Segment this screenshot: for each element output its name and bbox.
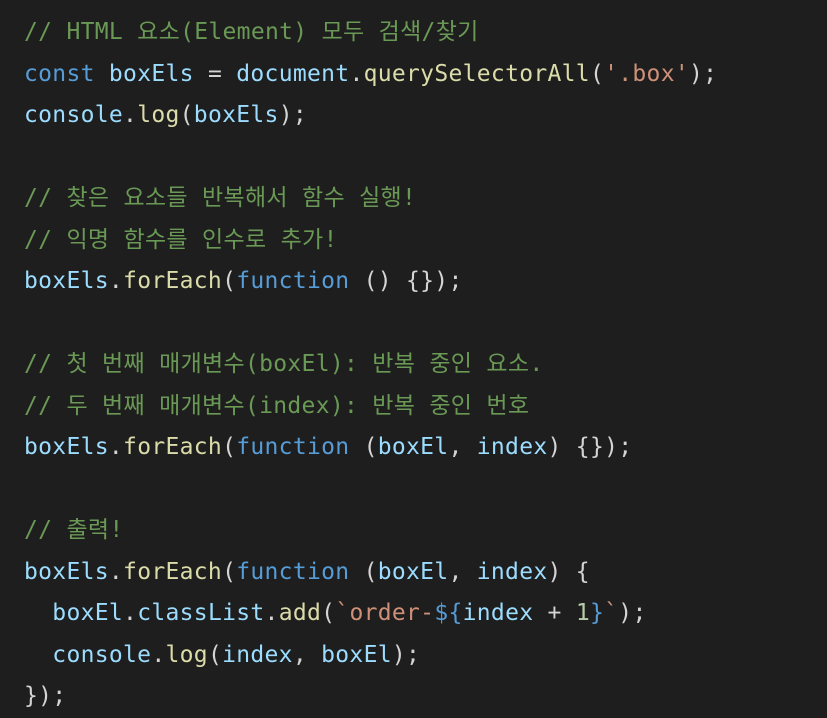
code-token-punct: });: [24, 683, 67, 709]
code-token-comment: // 익명 함수를 인수로 추가!: [24, 226, 338, 253]
code-line[interactable]: // 두 번째 매개변수(index): 반복 중인 번호: [24, 386, 827, 428]
code-line[interactable]: console.log(index, boxEl);: [24, 635, 827, 677]
code-token-number: 1: [575, 600, 590, 626]
code-token-variable: index: [222, 641, 293, 668]
code-token-default: [24, 642, 52, 668]
code-token-default: ,: [448, 434, 477, 460]
code-token-punct: (: [321, 600, 336, 626]
code-token-function: add: [278, 600, 322, 626]
code-line[interactable]: const boxEls = document.querySelectorAll…: [24, 54, 827, 96]
code-token-function: querySelectorAll: [363, 60, 590, 87]
code-token-punct: .: [349, 60, 364, 87]
code-token-punct: );: [689, 60, 718, 87]
code-block[interactable]: // HTML 요소(Element) 모두 검색/찾기 const boxEls…: [24, 12, 827, 718]
code-token-variable: boxEls: [193, 102, 279, 128]
code-token-variable: console: [24, 102, 124, 128]
code-token-punct: (: [589, 60, 605, 87]
code-token-punct: .: [123, 600, 138, 626]
code-line[interactable]: // 익명 함수를 인수로 추가!: [24, 220, 827, 262]
code-token-comment: // 두 번째 매개변수(index): 반복 중인 번호: [24, 392, 530, 419]
code-token-punct: .: [264, 600, 279, 626]
code-token-punct: (: [222, 434, 237, 460]
code-token-default: [24, 600, 52, 626]
code-token-punct: (: [222, 558, 237, 585]
code-line[interactable]: [24, 137, 827, 179]
code-token-variable: boxEls: [24, 268, 109, 294]
code-token-comment: // HTML 요소(Element) 모두 검색/찾기: [24, 19, 479, 45]
code-token-keyword: function: [236, 268, 350, 294]
code-token-default: ,: [292, 641, 322, 668]
code-token-punct: );: [391, 641, 421, 668]
code-token-punct: .: [108, 558, 124, 585]
code-token-variable: console: [52, 641, 152, 668]
code-token-default: ) {: [547, 558, 590, 585]
code-token-function: forEach: [123, 434, 223, 460]
code-token-comment: // 찾은 요소들 반복해서 함수 실행!: [24, 185, 417, 211]
code-token-variable: boxEl: [52, 600, 124, 626]
code-token-punct: (: [222, 268, 237, 294]
code-token-function: log: [165, 641, 208, 668]
code-token-comment: // 첫 번째 매개변수(boxEl): 반복 중인 요소.: [24, 351, 544, 377]
code-token-comment: // 출력!: [24, 517, 124, 543]
code-token-keyword: }: [589, 600, 605, 626]
code-token-variable: boxEls: [24, 434, 109, 460]
code-line[interactable]: boxEls.forEach(function () {});: [24, 261, 827, 303]
code-token-punct: .: [108, 434, 124, 460]
code-token-punct: );: [618, 600, 647, 626]
code-token-variable: boxEl: [377, 558, 449, 585]
code-line[interactable]: boxEls.forEach(function (boxEl, index) {: [24, 552, 827, 594]
code-token-default: (: [349, 434, 378, 460]
code-line[interactable]: // 출력!: [24, 510, 827, 552]
code-line[interactable]: });: [24, 676, 827, 718]
code-token-function: forEach: [123, 268, 223, 294]
code-line[interactable]: boxEls.forEach(function (boxEl, index) {…: [24, 427, 827, 469]
code-token-function: forEach: [123, 558, 223, 585]
code-token-default: ) {});: [547, 434, 633, 460]
code-token-punct: .: [108, 268, 124, 294]
code-token-variable: boxEls: [108, 60, 194, 87]
code-token-punct: );: [278, 102, 307, 128]
code-line[interactable]: // 찾은 요소들 반복해서 함수 실행!: [24, 178, 827, 220]
code-token-punct: .: [123, 102, 138, 128]
code-line[interactable]: [24, 303, 827, 345]
code-token-keyword: function: [236, 434, 350, 460]
code-token-variable: index: [476, 434, 548, 460]
code-token-function: log: [137, 102, 180, 128]
code-token-variable: index: [462, 600, 534, 626]
code-token-default: ,: [448, 558, 477, 585]
code-token-punct: (: [207, 641, 223, 668]
code-token-punct: .: [151, 641, 166, 668]
code-token-keyword: ${: [434, 600, 463, 626]
code-token-variable: index: [476, 558, 548, 585]
code-token-variable: boxEl: [377, 434, 449, 460]
code-editor[interactable]: // HTML 요소(Element) 모두 검색/찾기 const boxEls…: [0, 0, 827, 716]
code-token-default: (: [349, 558, 378, 585]
code-token-default: [95, 61, 109, 87]
code-token-variable: boxEls: [24, 558, 109, 585]
code-token-variable: classList: [137, 600, 265, 626]
code-token-default: =: [193, 60, 237, 87]
code-line[interactable]: console.log(boxEls);: [24, 95, 827, 137]
code-token-keyword: const: [24, 60, 95, 87]
code-token-variable: boxEl: [321, 641, 392, 668]
code-token-string: `: [604, 600, 619, 626]
code-token-string: `order-: [335, 600, 435, 626]
code-line[interactable]: // HTML 요소(Element) 모두 검색/찾기: [24, 12, 827, 54]
code-token-default: () {});: [349, 268, 463, 294]
code-line[interactable]: // 첫 번째 매개변수(boxEl): 반복 중인 요소.: [24, 344, 827, 386]
code-token-variable: document: [236, 60, 350, 87]
code-token-string: '.box': [604, 60, 689, 87]
code-token-keyword: function: [236, 558, 350, 585]
code-line[interactable]: boxEl.classList.add(`order-${index + 1}`…: [24, 593, 827, 635]
code-line[interactable]: [24, 469, 827, 511]
code-token-default: +: [533, 600, 576, 626]
code-token-punct: (: [179, 102, 194, 128]
